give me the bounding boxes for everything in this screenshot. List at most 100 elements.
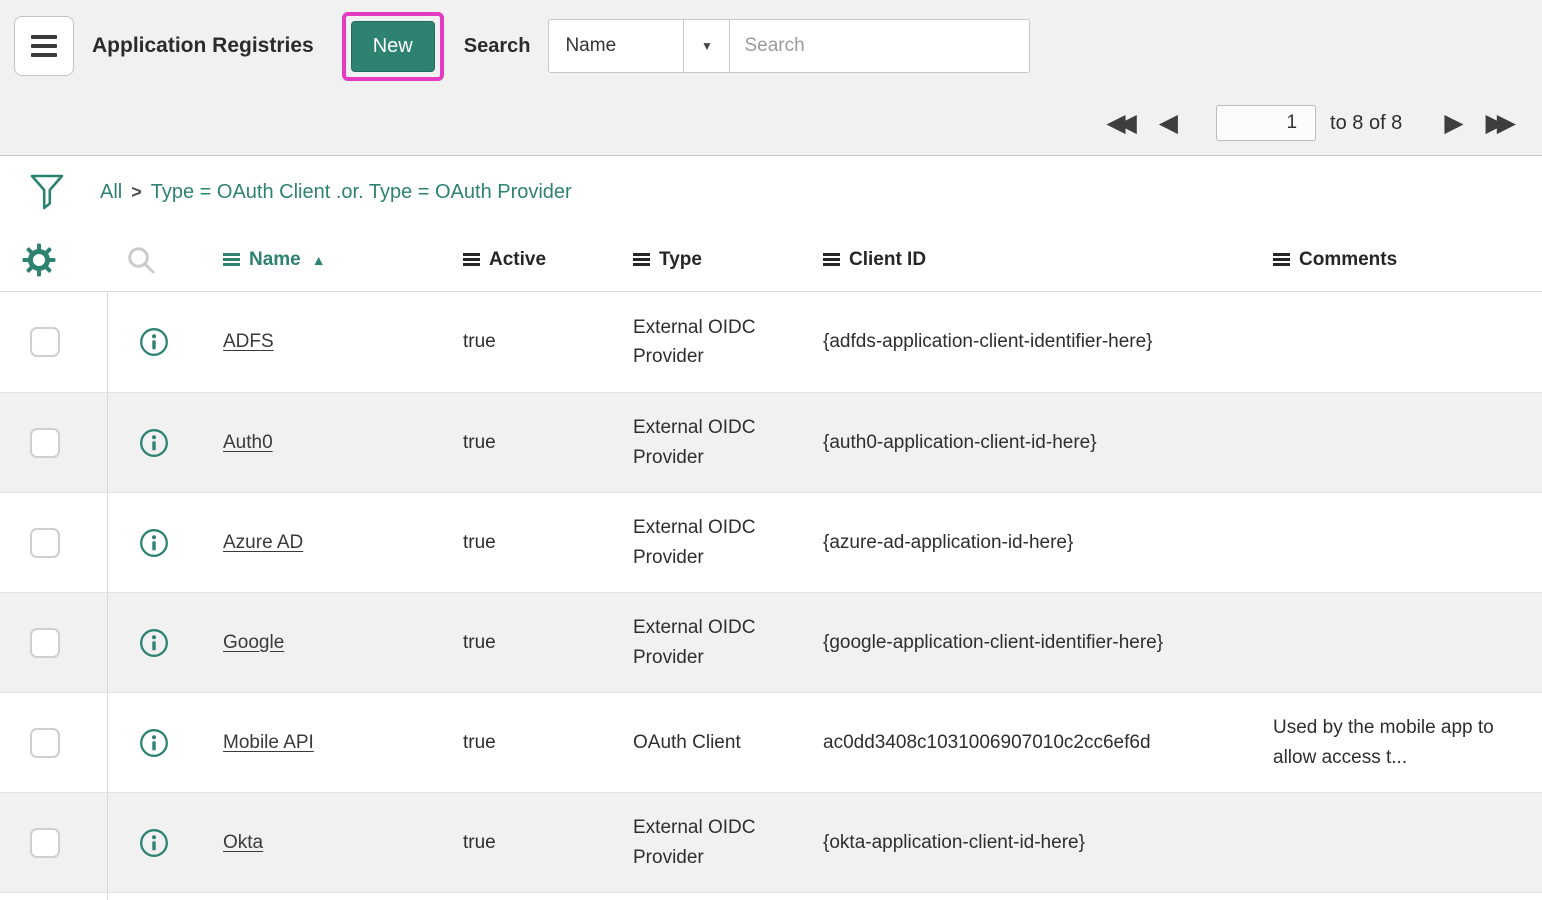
column-header-active[interactable]: Active [453, 228, 623, 291]
client-id-cell[interactable]: {auth0-application-client-id-here} [813, 393, 1263, 492]
row-preview-cell [108, 292, 213, 392]
column-header-type[interactable]: Type [623, 228, 813, 291]
row-checkbox[interactable] [30, 728, 60, 758]
info-icon[interactable] [139, 828, 169, 858]
client-id-cell[interactable]: {adfds-application-client-identifier-her… [813, 292, 1263, 392]
table-row: Auth0 true External OIDC Provider {auth0… [0, 392, 1542, 492]
pagination: ◀◀ ◀ to 8 of 8 ▶ ▶▶ [0, 92, 1542, 154]
row-select-cell [0, 693, 108, 792]
row-checkbox[interactable] [30, 828, 60, 858]
hamburger-icon [31, 35, 57, 39]
info-icon[interactable] [139, 327, 169, 357]
list-header: Application Registries New Search Name ▼… [0, 0, 1542, 156]
search-icon[interactable] [125, 244, 157, 276]
search-input[interactable] [730, 19, 1030, 73]
active-cell[interactable]: true [453, 693, 623, 792]
row-preview-cell [108, 393, 213, 492]
info-icon[interactable] [139, 428, 169, 458]
client-id-cell[interactable]: ac0dd3408c1031006907010c2cc6ef6d [813, 693, 1263, 792]
comments-cell[interactable] [1263, 393, 1542, 492]
active-cell[interactable]: true [453, 593, 623, 692]
record-link[interactable]: Google [223, 628, 284, 657]
type-cell[interactable]: External OIDC Provider [623, 292, 813, 392]
record-link[interactable]: ADFS [223, 327, 274, 356]
table-row: Mobile API true OAuth Client ac0dd3408c1… [0, 692, 1542, 792]
comments-cell[interactable] [1263, 292, 1542, 392]
active-cell[interactable]: true [453, 393, 623, 492]
client-id-cell[interactable]: {azure-ad-application-id-here} [813, 493, 1263, 592]
column-menu-icon [463, 253, 480, 266]
type-cell[interactable]: External OIDC Provider [623, 793, 813, 892]
row-checkbox[interactable] [30, 428, 60, 458]
info-icon[interactable] [139, 728, 169, 758]
name-cell: Google [213, 593, 453, 692]
application-registries-list: Application Registries New Search Name ▼… [0, 0, 1542, 900]
comments-cell[interactable] [1263, 793, 1542, 892]
info-icon[interactable] [139, 528, 169, 558]
record-link[interactable]: Okta [223, 828, 263, 857]
name-cell: Auth0 [213, 393, 453, 492]
row-checkbox[interactable] [30, 528, 60, 558]
breadcrumb-separator: > [131, 182, 142, 203]
page-title: Application Registries [92, 34, 314, 58]
filter-funnel-icon[interactable] [28, 171, 66, 213]
breadcrumb: All > Type = OAuth Client .or. Type = OA… [100, 181, 572, 204]
first-page-button[interactable]: ◀◀ [1106, 111, 1136, 136]
chevron-down-icon: ▼ [683, 20, 729, 72]
type-cell[interactable]: OAuth Client [623, 693, 813, 792]
column-header-client-id-label: Client ID [849, 249, 926, 271]
name-cell: ADFS [213, 292, 453, 392]
column-header-type-label: Type [659, 249, 702, 271]
comments-cell[interactable] [1263, 493, 1542, 592]
column-header-name[interactable]: Name ▲ [213, 228, 453, 291]
previous-page-button[interactable]: ◀ [1159, 111, 1178, 136]
row-select-cell [0, 393, 108, 492]
name-cell: Okta [213, 793, 453, 892]
type-cell[interactable]: External OIDC Provider [623, 393, 813, 492]
page-number-input[interactable] [1216, 105, 1316, 141]
type-cell[interactable]: External OIDC Provider [623, 493, 813, 592]
comments-cell[interactable] [1263, 593, 1542, 692]
column-search-toggle-cell [108, 228, 213, 291]
sort-ascending-icon: ▲ [312, 252, 326, 268]
gear-icon[interactable] [22, 243, 56, 277]
column-menu-icon [223, 253, 240, 266]
breadcrumb-condition-link[interactable]: Type = OAuth Client .or. Type = OAuth Pr… [151, 181, 572, 204]
list-context-menu-button[interactable] [14, 16, 74, 76]
type-cell[interactable]: External OIDC Provider [623, 593, 813, 692]
row-select-cell [0, 292, 108, 392]
row-preview-cell [108, 493, 213, 592]
client-id-cell[interactable]: {okta-application-client-id-here} [813, 793, 1263, 892]
comments-cell[interactable]: Used by the mobile app to allow access t… [1263, 693, 1542, 792]
table-body: ADFS true External OIDC Provider {adfds-… [0, 292, 1542, 892]
active-cell[interactable]: true [453, 793, 623, 892]
new-button-highlight-annotation: New [342, 12, 444, 81]
record-link[interactable]: Azure AD [223, 528, 303, 557]
row-checkbox[interactable] [30, 628, 60, 658]
column-header-client-id[interactable]: Client ID [813, 228, 1263, 291]
column-header-name-label: Name [249, 249, 301, 271]
row-checkbox[interactable] [30, 327, 60, 357]
column-header-comments[interactable]: Comments [1263, 228, 1542, 291]
row-preview-cell [108, 693, 213, 792]
info-icon[interactable] [139, 628, 169, 658]
name-cell: Mobile API [213, 693, 453, 792]
table-row: Azure AD true External OIDC Provider {az… [0, 492, 1542, 592]
search-column-selected-value: Name [549, 35, 683, 57]
search-column-select[interactable]: Name ▼ [548, 19, 730, 73]
column-menu-icon [1273, 253, 1290, 266]
active-cell[interactable]: true [453, 493, 623, 592]
last-page-button[interactable]: ▶▶ [1486, 111, 1516, 136]
breadcrumb-all-link[interactable]: All [100, 181, 122, 204]
new-button[interactable]: New [351, 21, 435, 72]
active-cell[interactable]: true [453, 292, 623, 392]
row-preview-cell [108, 793, 213, 892]
table-row: ADFS true External OIDC Provider {adfds-… [0, 292, 1542, 392]
row-select-cell [0, 493, 108, 592]
record-link[interactable]: Mobile API [223, 728, 314, 757]
row-select-cell [0, 793, 108, 892]
next-page-button[interactable]: ▶ [1444, 111, 1463, 136]
client-id-cell[interactable]: {google-application-client-identifier-he… [813, 593, 1263, 692]
record-link[interactable]: Auth0 [223, 428, 273, 457]
row-preview-cell [108, 593, 213, 692]
